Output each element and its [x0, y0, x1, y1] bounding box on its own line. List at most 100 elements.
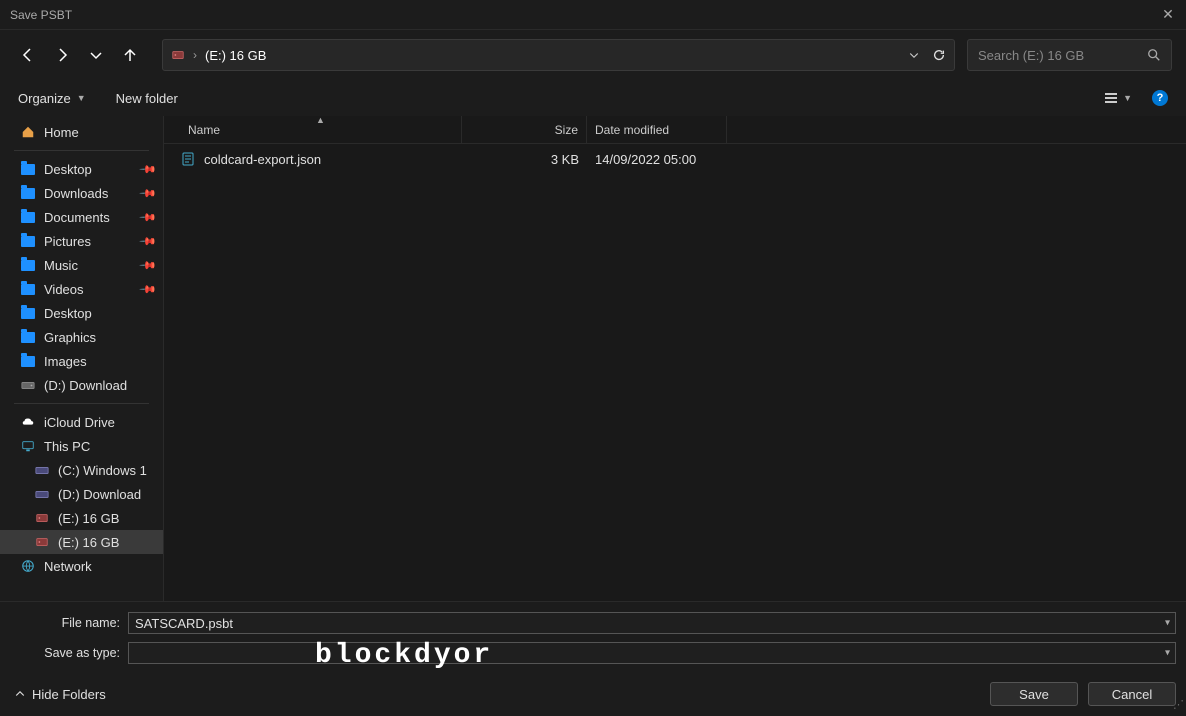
close-icon[interactable]: ✕	[1160, 6, 1176, 23]
column-header-size[interactable]: Size	[462, 116, 587, 143]
sidebar-item-desktop[interactable]: Desktop 📌	[0, 157, 163, 181]
sidebar-item-videos[interactable]: Videos 📌	[0, 277, 163, 301]
sidebar-item-home[interactable]: Home	[0, 120, 163, 144]
up-button[interactable]	[116, 41, 144, 69]
sidebar-label: Home	[44, 125, 79, 140]
list-view-icon	[1103, 90, 1119, 106]
sidebar-item-pictures[interactable]: Pictures 📌	[0, 229, 163, 253]
column-header-date[interactable]: Date modified	[587, 116, 727, 143]
pc-icon	[20, 438, 36, 454]
hide-folders-label: Hide Folders	[32, 687, 106, 702]
sidebar-item-desktop2[interactable]: Desktop	[0, 301, 163, 325]
view-button[interactable]: ▼	[1103, 90, 1132, 106]
sort-caret-icon: ▲	[316, 115, 325, 125]
column-header-name[interactable]: ▲ Name	[180, 116, 462, 143]
nav-row: › (E:) 16 GB	[0, 30, 1186, 80]
titlebar: Save PSBT ✕	[0, 0, 1186, 30]
forward-button[interactable]	[48, 41, 76, 69]
home-icon	[20, 124, 36, 140]
breadcrumb-separator: ›	[193, 48, 197, 62]
address-location[interactable]: (E:) 16 GB	[205, 48, 266, 63]
back-button[interactable]	[14, 41, 42, 69]
sidebar-label: (D:) Download	[58, 487, 141, 502]
search-icon[interactable]	[1147, 48, 1161, 62]
folder-icon	[20, 281, 36, 297]
sidebar-label: Pictures	[44, 234, 91, 249]
save-button[interactable]: Save	[990, 682, 1078, 706]
drive-icon	[20, 377, 36, 393]
drive-icon	[171, 48, 185, 62]
new-folder-label: New folder	[116, 91, 178, 106]
chevron-down-icon: ▼	[1123, 93, 1132, 103]
folder-icon	[20, 329, 36, 345]
drive-icon	[34, 462, 50, 478]
filename-label: File name:	[10, 616, 128, 630]
separator	[14, 403, 149, 404]
sidebar-item-this-pc[interactable]: This PC	[0, 434, 163, 458]
folder-icon	[20, 353, 36, 369]
sidebar-item-d-download[interactable]: (D:) Download	[0, 373, 163, 397]
separator	[14, 150, 149, 151]
file-icon	[180, 151, 196, 167]
new-folder-button[interactable]: New folder	[116, 91, 178, 106]
sidebar-item-e-drive-selected[interactable]: (E:) 16 GB	[0, 530, 163, 554]
savetype-input[interactable]	[128, 642, 1176, 664]
save-form: File name: ▾ Save as type: ▾	[0, 601, 1186, 664]
chevron-down-icon	[88, 47, 104, 63]
file-header: ▲ Name Size Date modified	[164, 116, 1186, 144]
arrow-right-icon	[54, 47, 70, 63]
file-date: 14/09/2022 05:00	[587, 152, 727, 167]
sidebar-label: Music	[44, 258, 78, 273]
sidebar-item-icloud[interactable]: iCloud Drive	[0, 410, 163, 434]
folder-icon	[20, 185, 36, 201]
sidebar-label: (C:) Windows 1	[58, 463, 147, 478]
search-input[interactable]	[978, 48, 1138, 63]
window-title: Save PSBT	[10, 8, 72, 22]
sidebar-item-music[interactable]: Music 📌	[0, 253, 163, 277]
sidebar-item-e-drive[interactable]: (E:) 16 GB	[0, 506, 163, 530]
chevron-down-icon[interactable]	[908, 49, 920, 61]
toolbar: Organize ▼ New folder ▼ ?	[0, 80, 1186, 116]
folder-icon	[20, 209, 36, 225]
pin-icon: 📌	[139, 184, 158, 203]
cancel-button[interactable]: Cancel	[1088, 682, 1176, 706]
file-row[interactable]: coldcard-export.json 3 KB 14/09/2022 05:…	[164, 144, 1186, 168]
resize-grip-icon[interactable]: ⋰	[1173, 698, 1184, 711]
sidebar-item-images[interactable]: Images	[0, 349, 163, 373]
sidebar-item-d-drive[interactable]: (D:) Download	[0, 482, 163, 506]
sidebar-item-documents[interactable]: Documents 📌	[0, 205, 163, 229]
sidebar-label: Network	[44, 559, 92, 574]
search-box[interactable]	[967, 39, 1172, 71]
pin-icon: 📌	[139, 256, 158, 275]
drive-icon	[34, 510, 50, 526]
file-size: 3 KB	[462, 152, 587, 167]
refresh-icon[interactable]	[932, 48, 946, 62]
sidebar-label: (D:) Download	[44, 378, 127, 393]
arrow-left-icon	[20, 47, 36, 63]
filename-input[interactable]	[128, 612, 1176, 634]
sidebar-item-downloads[interactable]: Downloads 📌	[0, 181, 163, 205]
sidebar-label: iCloud Drive	[44, 415, 115, 430]
help-icon[interactable]: ?	[1152, 90, 1168, 106]
folder-icon	[20, 161, 36, 177]
sidebar-item-graphics[interactable]: Graphics	[0, 325, 163, 349]
recent-button[interactable]	[82, 41, 110, 69]
sidebar: Home Desktop 📌 Downloads 📌 Documents 📌 P…	[0, 116, 164, 601]
sidebar-item-network[interactable]: Network	[0, 554, 163, 578]
address-bar[interactable]: › (E:) 16 GB	[162, 39, 955, 71]
sidebar-label: Videos	[44, 282, 84, 297]
organize-button[interactable]: Organize ▼	[18, 91, 86, 106]
hide-folders-button[interactable]: Hide Folders	[14, 687, 106, 702]
pin-icon: 📌	[139, 280, 158, 299]
sidebar-label: Graphics	[44, 330, 96, 345]
sidebar-label: Downloads	[44, 186, 108, 201]
drive-icon	[34, 534, 50, 550]
main-area: Home Desktop 📌 Downloads 📌 Documents 📌 P…	[0, 116, 1186, 601]
file-list-area: ▲ Name Size Date modified coldcard-expor…	[164, 116, 1186, 601]
sidebar-label: Desktop	[44, 162, 92, 177]
chevron-up-icon	[14, 688, 26, 700]
chevron-down-icon: ▼	[77, 93, 86, 103]
sidebar-item-c-drive[interactable]: (C:) Windows 1	[0, 458, 163, 482]
arrow-up-icon	[122, 47, 138, 63]
drive-icon	[34, 486, 50, 502]
